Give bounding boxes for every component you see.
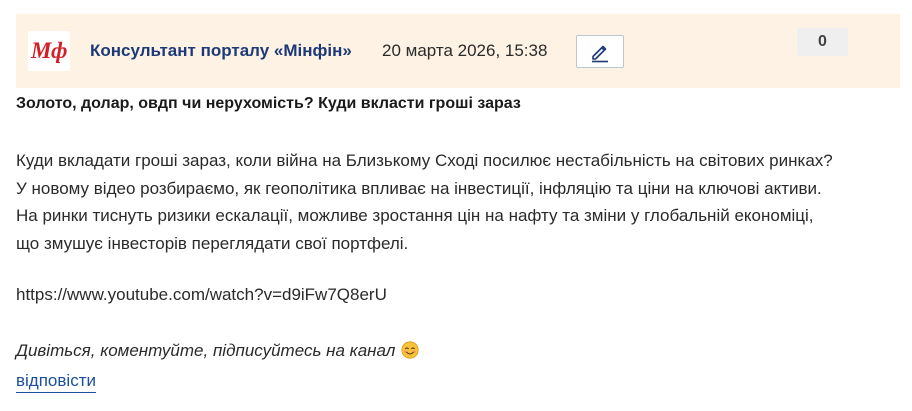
outro-line: Дивіться, коментуйте, підписуйтесь на ка… — [16, 341, 419, 364]
author-name[interactable]: Консультант порталу «Мінфін» — [90, 41, 352, 61]
body-line: Куди вкладати гроші зараз, коли війна на… — [16, 151, 833, 170]
post-title: Золото, долар, овдп чи нерухомість? Куди… — [16, 95, 521, 112]
post-body: Куди вкладати гроші зараз, коли війна на… — [16, 147, 896, 257]
body-line: що змушує інвесторів переглядати свої по… — [16, 233, 409, 253]
edit-button[interactable] — [576, 35, 624, 68]
post-date: 20 марта 2026, 15:38 — [382, 41, 548, 60]
avatar[interactable]: Мф — [28, 31, 70, 71]
body-line: У новому відео розбираємо, як геополітик… — [16, 178, 822, 198]
pencil-icon — [592, 45, 608, 62]
rating-badge[interactable]: 0 — [797, 28, 848, 56]
body-line: На ринки тиснуть ризики ескалації, можли… — [16, 206, 814, 225]
smiling-face-emoji-icon — [401, 341, 419, 364]
minfin-logo: Мф — [31, 38, 67, 63]
video-link: https://www.youtube.com/watch?v=d9iFw7Q8… — [16, 285, 387, 304]
outro-text: Дивіться, коментуйте, підписуйтесь на ка… — [16, 341, 396, 360]
post-header: Мф Консультант порталу «Мінфін» 20 марта… — [16, 14, 900, 88]
reply-link[interactable]: відповісти — [16, 371, 96, 393]
